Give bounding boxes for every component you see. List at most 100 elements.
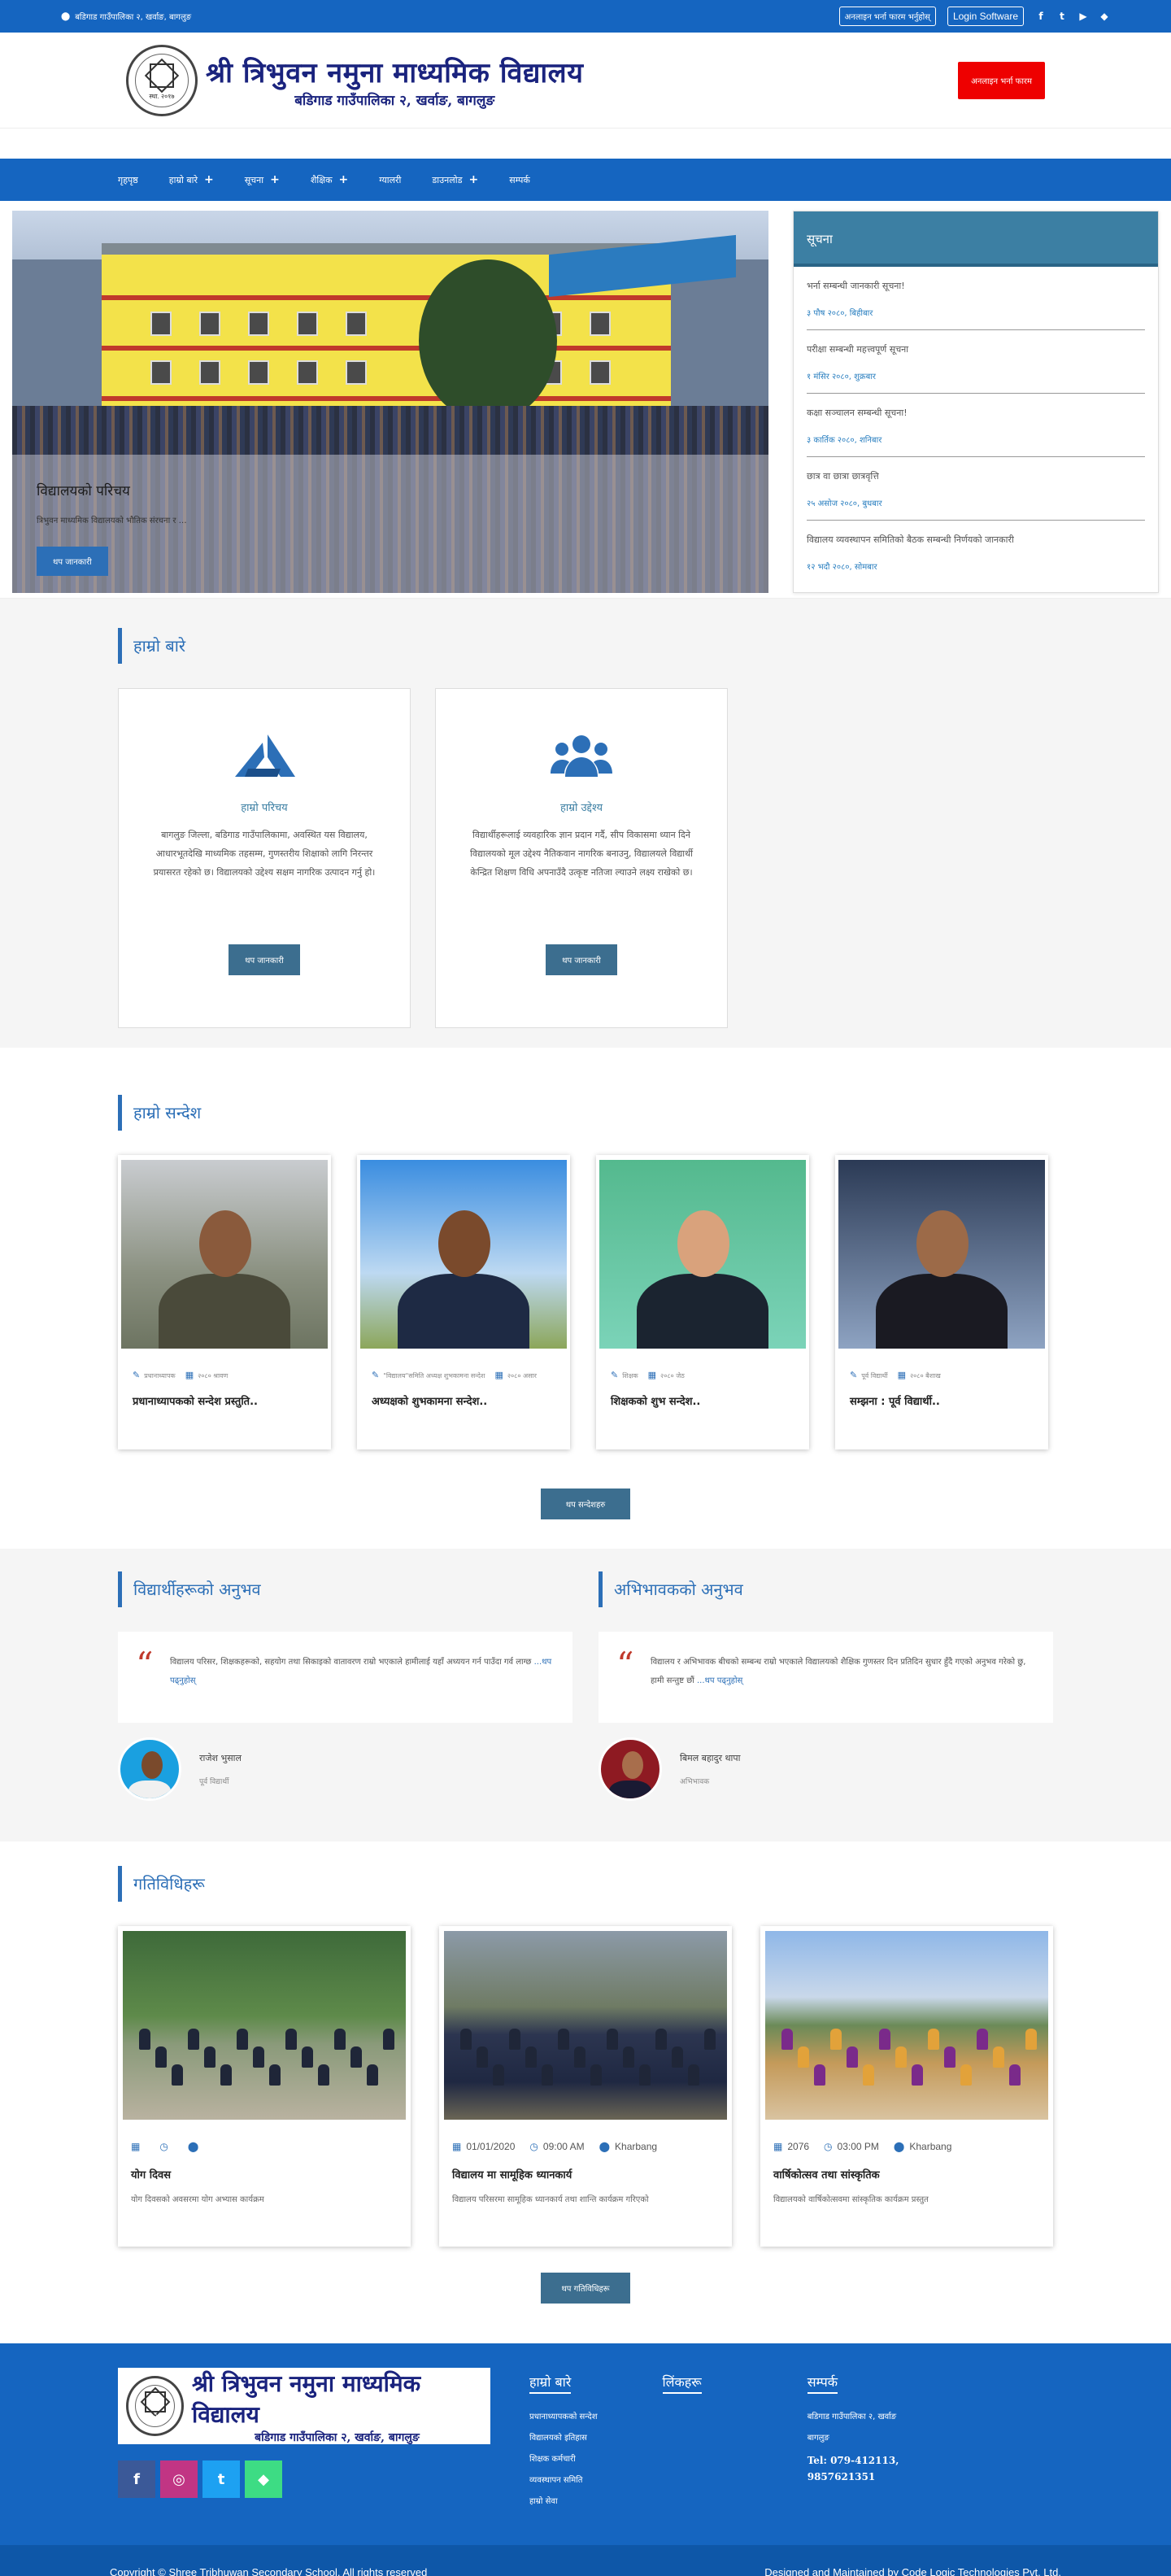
message-author-wrap: ✎ प्रधानाध्यापक [133,1370,176,1382]
address-text: बडिगाड गाउँपालिका २, खर्वाङ, बागलुङ [75,13,192,22]
hero-slider[interactable]: विद्यालयको परिचय त्रिभुवन माध्यमिक विद्य… [12,211,768,593]
activity-photo [444,1931,727,2120]
activity-card[interactable]: ▦ ◷ ⬤ योग दिवस योग दिवसको अवसरमा योग अभ्यास … [118,1926,411,2247]
message-meta: ✎ "विद्यालय"समिति अध्यक्ष शुभकामना सन्देश… [360,1349,567,1390]
message-photo [360,1160,567,1349]
calendar-icon: ▦ [452,2141,462,2152]
testimonial-name: बिमल बहादुर थापा [680,1753,741,1763]
notice-date: ३ कार्तिक २०८०, शनिबार [807,436,882,445]
footer-mobile[interactable]: 9857621351 [808,2469,899,2485]
message-author-wrap: ✎ पूर्व विद्यार्थी [850,1370,888,1382]
clock-icon: ◷ [529,2141,538,2152]
about-card-button[interactable]: थप जानकारी [229,944,300,975]
message-author: पूर्व विद्यार्थी [861,1372,888,1380]
designer-credit[interactable]: Designed and Maintained by Code Logic Te… [764,2566,1061,2576]
activity-time-wrap: ◷ 09:00 AM [529,2141,584,2152]
youtube-icon[interactable]: ▶ [1077,11,1089,22]
nav-item-label: डाउनलोड [432,174,463,185]
testimonial-role: पूर्व विद्यार्थी [199,1778,229,1786]
message-title[interactable]: सम्झना : पूर्व विद्यार्थी.. [838,1390,1045,1411]
footer-school-name: श्री त्रिभुवन नमुना माध्यमिक विद्यालय [191,2369,421,2428]
testimonial-text: विद्यालय परिसर, शिक्षकहरूको, सहयोग तथा स… [170,1658,532,1667]
notice-date: १२ भदौ २०८०, सोमबार [807,563,877,572]
notice-item[interactable]: कक्षा सञ्चालन सम्बन्धी सूचना! ३ कार्तिक २… [807,394,1145,457]
activity-time: 09:00 AM [542,2141,585,2152]
nav-item-2[interactable]: सूचना + [245,173,280,186]
footer-address: बडिगाड गाउँपालिका २, खर्वाङ [807,2413,897,2421]
login-software-button[interactable]: Login Software [947,7,1024,26]
notice-date: २५ असोज २०८०, बुधबार [807,499,882,508]
footer-school-location: बडिगाड गाउँपालिका २, खर्वाङ, बागलुङ [255,2430,420,2444]
map-pin-icon: ⬤ [187,2141,199,2152]
copyright-bar: Copyright © Shree Tribhuwan Secondary Sc… [0,2545,1171,2576]
activity-place: Kharbang [615,2141,658,2152]
about-card-button[interactable]: थप जानकारी [546,944,617,975]
notice-item[interactable]: छात्र वा छात्रा छात्रवृत्ति २५ असोज २०८०,… [807,457,1145,521]
instagram-icon[interactable]: ◎ [160,2460,198,2498]
footer-link[interactable]: विद्यालयको इतिहास [529,2431,598,2443]
activity-meta: ▦ ◷ ⬤ [123,2120,406,2160]
about-heading: हाम्रो बारे [118,628,1053,664]
site-footer: स्था. २०१७ श्री त्रिभुवन नमुना माध्यमिक … [0,2343,1171,2545]
facebook-icon[interactable]: f [1035,11,1047,22]
more-messages-button[interactable]: थप सन्देशहरु [541,1489,630,1519]
message-title[interactable]: शिक्षकको शुभ सन्देश.. [599,1390,806,1411]
about-card: हाम्रो उद्देश्य विद्यार्थीहरूलाई व्यवहारि… [435,688,728,1028]
activity-text: विद्यालयको वार्षिकोत्सवमा सांस्कृतिक कार… [773,2195,929,2204]
activity-title[interactable]: वार्षिकोत्सव तथा सांस्कृतिक [765,2160,1048,2193]
message-meta: ✎ पूर्व विद्यार्थी ▦ २०८० बैशाख [838,1349,1045,1390]
message-card[interactable]: ✎ प्रधानाध्यापक ▦ २०८० श्रावण प्रधानाध्यापकक… [118,1155,331,1449]
message-card[interactable]: ✎ पूर्व विद्यार्थी ▦ २०८० बैशाख सम्झना : पूर… [835,1155,1048,1449]
footer-link[interactable]: व्यवस्थापन समिति [529,2474,598,2485]
twitter-icon[interactable]: t [1056,11,1068,22]
activity-card[interactable]: ▦ 2076 ◷ 03:00 PM ⬤ Kharbang वार्षिकोत्सव तथा … [760,1926,1053,2247]
message-title[interactable]: प्रधानाध्यापकको सन्देश प्रस्तुति.. [121,1390,328,1411]
footer-link[interactable]: शिक्षक कर्मचारी [529,2452,598,2464]
facebook-icon[interactable]: f [118,2460,155,2498]
message-date-wrap: ▦ २०८० श्रावण [185,1370,229,1382]
footer-telephone[interactable]: Tel: 079-412113, [808,2452,899,2469]
site-header: स्था. २०१७ श्री त्रिभुवन नमुना माध्यमिक … [0,33,1171,129]
notice-title: परीक्षा सम्बन्धी महत्त्वपूर्ण सूचना [807,344,909,355]
online-apply-link[interactable]: अनलाइन भर्ना फारम भर्नुहोस् [838,7,936,26]
slide-more-button[interactable]: थप जानकारी [37,547,108,576]
twitter-icon[interactable]: t [202,2460,240,2498]
footer-social-links: f ◎ t ◆ [118,2460,490,2498]
notice-title: छात्र वा छात्रा छात्रवृत्ति [807,471,879,482]
message-card[interactable]: ✎ "विद्यालय"समिति अध्यक्ष शुभकामना सन्देश… [357,1155,570,1449]
main-nav: गृहपृष्ठ हाम्रो बारे + सूचना + शैक्षिक + ग्यालर… [0,159,1171,201]
nav-item-3[interactable]: शैक्षिक + [311,173,348,186]
plus-icon: + [204,173,214,186]
clock-icon: ◷ [159,2141,168,2152]
android-icon[interactable]: ◆ [1099,11,1110,22]
nav-item-0[interactable]: गृहपृष्ठ [118,174,138,186]
message-card[interactable]: ✎ शिक्षक ▦ २०८० जेठ शिक्षकको शुभ सन्देश.. [596,1155,809,1449]
more-activities-button[interactable]: थप गतिविधिहरू [541,2273,630,2304]
footer-logo[interactable]: स्था. २०१७ श्री त्रिभुवन नमुना माध्यमिक … [118,2368,490,2444]
footer-link[interactable]: प्रधानाध्यापकको सन्देश [529,2410,598,2421]
school-logo[interactable]: स्था. २०१७ श्री त्रिभुवन नमुना माध्यमिक … [126,45,583,116]
android-icon[interactable]: ◆ [245,2460,282,2498]
nav-item-5[interactable]: डाउनलोड + [432,173,478,186]
nav-item-1[interactable]: हाम्रो बारे + [169,173,214,186]
activity-title[interactable]: विद्यालय मा सामूहिक ध्यानकार्य [444,2160,727,2193]
message-title[interactable]: अध्यक्षको शुभकामना सन्देश.. [360,1390,567,1411]
activities-section: गतिविधिहरू ▦ ◷ ⬤ योग दिवस योग दिवसको अवसरमा … [0,1842,1171,2343]
read-more-link[interactable]: ...थप पढ्नुहोस् [697,1676,742,1685]
notice-item[interactable]: परीक्षा सम्बन्धी महत्त्वपूर्ण सूचना १ मंस… [807,330,1145,394]
message-photo [838,1160,1045,1349]
about-card: हाम्रो परिचय बागलुङ जिल्ला, बडिगाड गाउँपा… [118,688,411,1028]
message-meta: ✎ प्रधानाध्यापक ▦ २०८० श्रावण [121,1349,328,1390]
notice-item[interactable]: विद्यालय व्यवस्थापन समितिको बैठक सम्बन्ध… [807,521,1145,583]
activity-card[interactable]: ▦ 01/01/2020 ◷ 09:00 AM ⬤ Kharbang विद्यालय मा… [439,1926,732,2247]
nav-item-6[interactable]: सम्पर्क [509,174,530,186]
nav-item-4[interactable]: ग्यालरी [379,174,401,186]
notice-item[interactable]: भर्ना सम्बन्धी जानकारी सूचना! ३ पौष २०८०,… [807,267,1145,330]
quote-icon: “ [616,1645,634,1685]
activity-title[interactable]: योग दिवस [123,2160,406,2193]
activity-photo [123,1931,406,2120]
apply-online-button[interactable]: अनलाइन भर्ना फारम [958,62,1045,99]
footer-link[interactable]: हाम्रो सेवा [529,2495,598,2506]
location-pin-icon: ⬤ [61,11,71,21]
activity-time-wrap: ◷ [159,2141,172,2152]
